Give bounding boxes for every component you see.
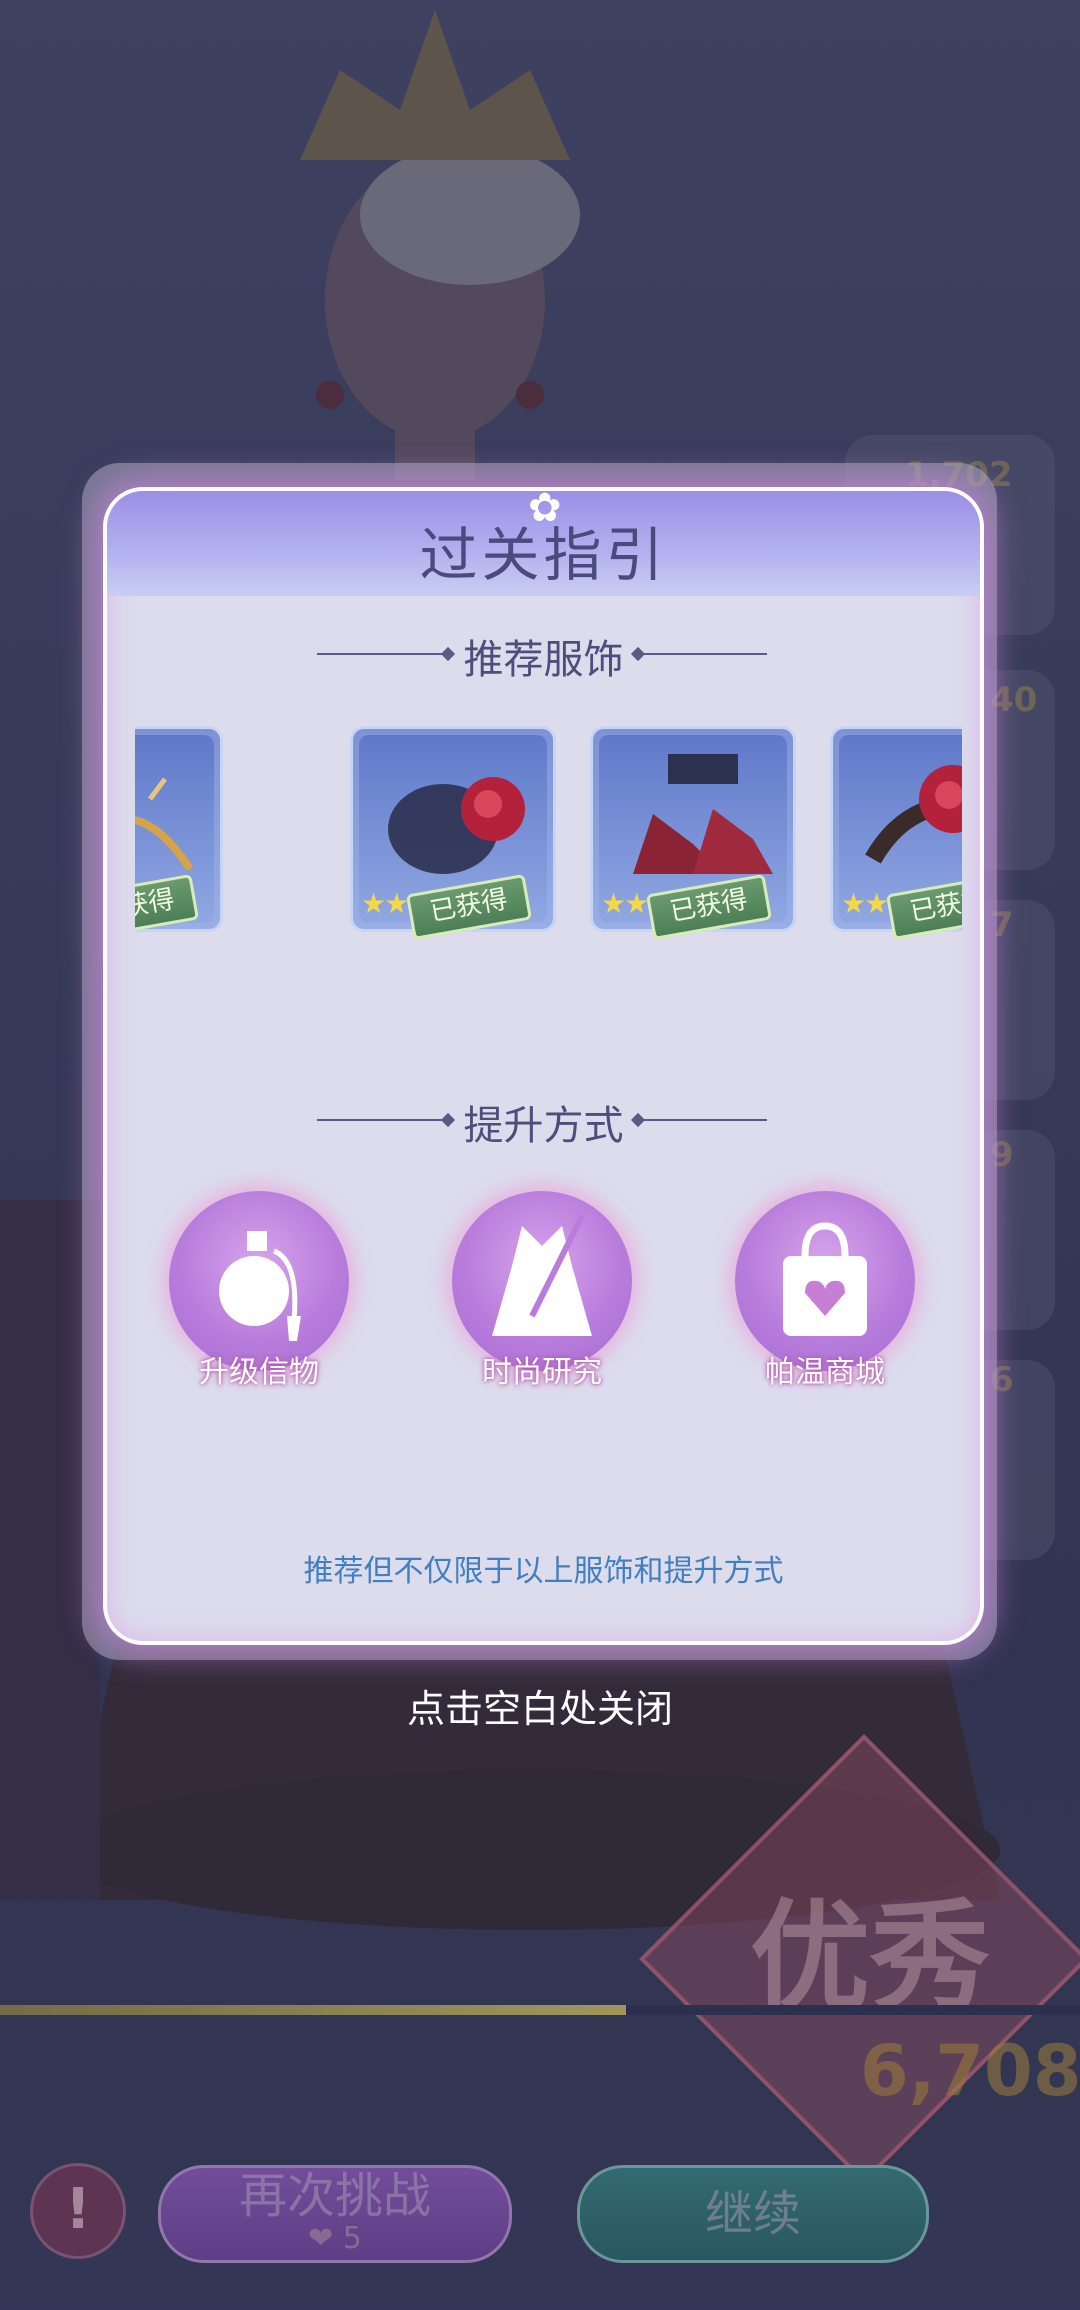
dialog-note: 推荐但不仅限于以上服饰和提升方式 <box>303 1554 784 1589</box>
crown-icon <box>135 777 194 872</box>
method-fashion-research[interactable] <box>452 1191 632 1371</box>
method-label-research: 时尚研究 <box>482 1355 602 1390</box>
obtained-badge: 已获得 <box>135 873 200 941</box>
item-card-flower-clip[interactable]: ★★★★★ 已获得 <box>830 726 962 941</box>
recommended-items-list[interactable]: ★★★★★ 已获得 ★★★★★ 已获得 ★★★★★ 已获得 <box>135 726 962 956</box>
method-label-shop: 帕温商城 <box>765 1355 885 1390</box>
high-heel-shoes-icon <box>633 754 773 874</box>
dialog-title: 过关指引 <box>419 521 668 589</box>
guide-dialog: ✿ 过关指引 推荐服饰 ★★★★★ 已获得 ★★★★★ 已获得 <box>103 487 984 1645</box>
dress-needle-icon <box>492 1216 592 1336</box>
divider-right <box>637 653 767 655</box>
method-upgrade-token[interactable] <box>169 1191 349 1371</box>
section-title-methods: 提升方式 <box>463 1103 624 1149</box>
rose-lace-icon <box>388 777 525 874</box>
shopping-bag-icon <box>783 1222 867 1336</box>
item-card-headpiece[interactable]: ★★★★★ 已获得 <box>135 726 223 941</box>
close-hint[interactable]: 点击空白处关闭 <box>0 1678 1080 1733</box>
item-card-hair-accessory[interactable]: ★★★★★ 已获得 <box>350 726 556 941</box>
method-shop[interactable] <box>735 1191 915 1371</box>
method-label-upgrade: 升级信物 <box>199 1355 319 1390</box>
flower-clip-icon <box>865 765 962 864</box>
divider-right <box>637 1119 767 1121</box>
item-card-shoes[interactable]: ★★★★★ 已获得 <box>590 726 796 941</box>
perfume-bottle-icon <box>219 1231 301 1341</box>
section-title-recommended: 推荐服饰 <box>463 637 624 683</box>
